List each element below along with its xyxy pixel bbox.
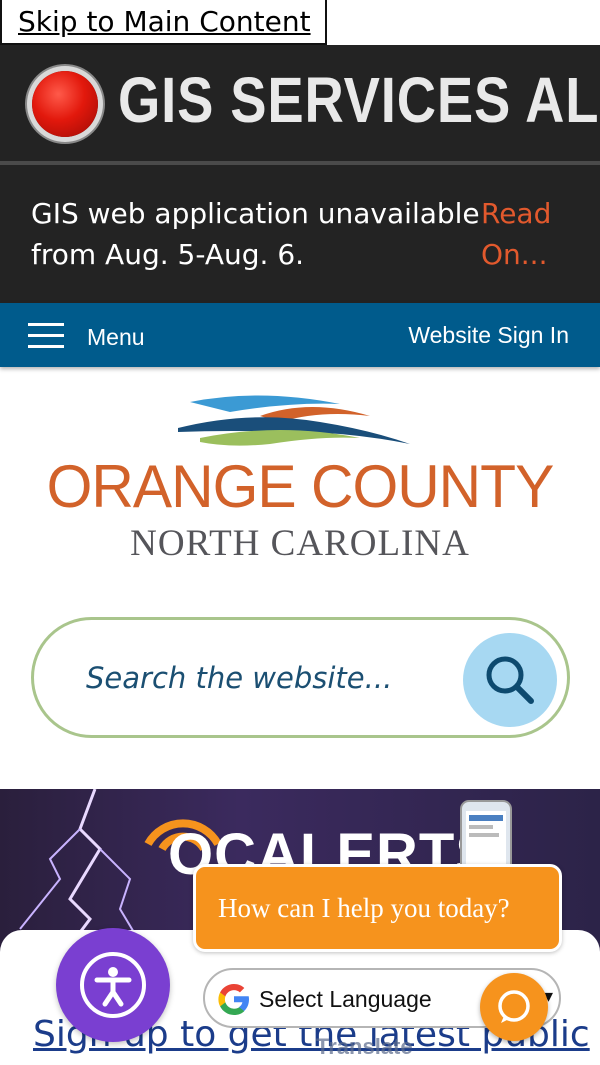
accessibility-button[interactable] xyxy=(56,928,170,1042)
chat-launcher-button[interactable] xyxy=(480,973,548,1041)
county-logo[interactable]: ORANGE COUNTY NORTH CAROLINA xyxy=(0,392,600,572)
website-sign-in-link[interactable]: Website Sign In xyxy=(408,322,569,349)
menu-button-label[interactable]: Menu xyxy=(87,324,145,351)
alert-header: GIS SERVICES ALERT xyxy=(0,45,600,161)
landscape-logo-icon xyxy=(178,395,410,446)
page: Skip to Main Content GIS SERVICES ALERT … xyxy=(0,0,600,1065)
language-select-label: Select Language xyxy=(259,986,432,1012)
accessibility-icon xyxy=(80,952,146,1018)
logo-state-name: NORTH CAROLINA xyxy=(130,523,470,564)
alert-message: GIS web application unavailable from Aug… xyxy=(31,197,480,271)
search-button[interactable] xyxy=(463,633,557,727)
chat-prompt-bubble[interactable]: How can I help you today? xyxy=(193,864,562,952)
alert-read-more-link[interactable]: Read On... xyxy=(481,193,571,275)
alert-message-panel: GIS web application unavailable from Aug… xyxy=(0,165,600,303)
search-bar xyxy=(31,617,570,738)
skip-to-main-link[interactable]: Skip to Main Content xyxy=(0,0,327,45)
search-icon xyxy=(486,656,534,704)
hamburger-menu-icon[interactable] xyxy=(28,323,64,349)
chat-prompt-text: How can I help you today? xyxy=(218,893,510,923)
search-input[interactable] xyxy=(86,656,446,700)
chat-icon xyxy=(498,990,530,1023)
alert-title: GIS SERVICES ALERT xyxy=(118,64,600,136)
google-icon xyxy=(218,984,249,1015)
google-translate-credit: Translate xyxy=(316,1034,413,1059)
logo-county-name: ORANGE COUNTY xyxy=(46,453,555,520)
nav-bar: Menu Website Sign In xyxy=(0,303,600,367)
alert-light-icon xyxy=(32,71,98,137)
